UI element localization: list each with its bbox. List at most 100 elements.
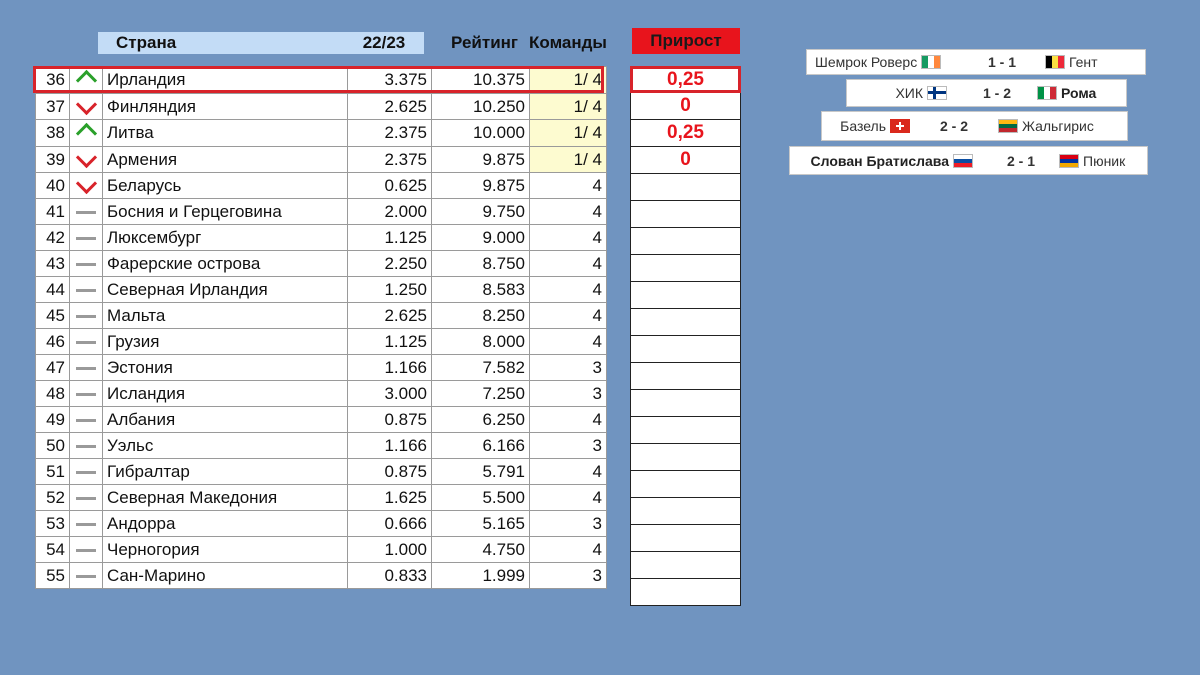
lithuania-flag-icon (998, 119, 1018, 133)
teams-count: 3 (529, 354, 607, 381)
season-points: 0.833 (347, 562, 432, 589)
country-name: Черногория (102, 536, 348, 563)
country-name: Армения (102, 146, 348, 173)
teams-count: 1/ 4 (529, 146, 607, 173)
rating-points: 10.375 (431, 66, 530, 94)
table-row: 45 Мальта 2.625 8.250 4 (35, 302, 607, 329)
arrow-down-icon (75, 172, 97, 194)
season-points: 2.000 (347, 198, 432, 225)
season-points: 0.666 (347, 510, 432, 537)
away-team: Жальгирис (1022, 118, 1094, 134)
arrow-up-icon (75, 122, 97, 145)
position: 43 (35, 250, 70, 277)
growth-cell: 0 (630, 147, 741, 174)
home-team: Базель (840, 118, 886, 134)
no-change-icon (76, 314, 96, 318)
growth-cell (630, 363, 741, 390)
match-score: 1 - 1 (987, 54, 1016, 70)
match-card: ХИК 1 - 2 Рома (846, 79, 1127, 107)
country-name: Беларусь (102, 172, 348, 199)
teams-count: 4 (529, 250, 607, 277)
no-change-icon (76, 522, 96, 526)
season-points: 1.125 (347, 224, 432, 251)
growth-cell (630, 417, 741, 444)
trend-cell (69, 380, 103, 407)
teams-count: 3 (529, 510, 607, 537)
position: 49 (35, 406, 70, 433)
no-change-icon (76, 496, 96, 500)
season-points: 0.875 (347, 406, 432, 433)
growth-cell (630, 525, 741, 552)
growth-cell (630, 336, 741, 363)
season-points: 0.875 (347, 458, 432, 485)
trend-cell (69, 146, 103, 173)
away-team: Рома (1061, 85, 1097, 101)
table-row: 41 Босния и Герцеговина 2.000 9.750 4 (35, 198, 607, 225)
arrow-up-icon (75, 69, 97, 92)
no-change-icon (76, 470, 96, 474)
rating-points: 8.750 (431, 250, 530, 277)
trend-cell (69, 484, 103, 511)
table-row: 48 Исландия 3.000 7.250 3 (35, 380, 607, 407)
position: 36 (35, 66, 70, 94)
header-teams: Команды (529, 33, 607, 52)
season-points: 3.375 (347, 66, 432, 94)
teams-count: 3 (529, 562, 607, 589)
table-row: 37 Финляндия 2.625 10.250 1/ 4 (35, 93, 607, 120)
growth-cell (630, 228, 741, 255)
table-row: 47 Эстония 1.166 7.582 3 (35, 354, 607, 381)
no-change-icon (76, 262, 96, 266)
position: 44 (35, 276, 70, 303)
position: 45 (35, 302, 70, 329)
no-change-icon (76, 366, 96, 370)
match-card: Базель 2 - 2 Жальгирис (821, 111, 1128, 141)
growth-cell: 0,25 (630, 120, 741, 147)
trend-cell (69, 302, 103, 329)
home-team: ХИК (895, 85, 923, 101)
country-name: Мальта (102, 302, 348, 329)
position: 50 (35, 432, 70, 459)
trend-cell (69, 562, 103, 589)
trend-cell (69, 198, 103, 225)
trend-cell (69, 328, 103, 355)
table-row: 55 Сан-Марино 0.833 1.999 3 (35, 562, 607, 589)
rating-points: 7.250 (431, 380, 530, 407)
growth-cell: 0 (630, 93, 741, 120)
growth-cell (630, 471, 741, 498)
position: 47 (35, 354, 70, 381)
position: 51 (35, 458, 70, 485)
season-points: 1.125 (347, 328, 432, 355)
no-change-icon (76, 340, 96, 344)
rating-points: 8.583 (431, 276, 530, 303)
trend-cell (69, 276, 103, 303)
growth-cell: 0,25 (630, 66, 741, 93)
position: 46 (35, 328, 70, 355)
no-change-icon (76, 444, 96, 448)
table-row: 53 Андорра 0.666 5.165 3 (35, 510, 607, 537)
country-name: Уэльс (102, 432, 348, 459)
season-points: 1.625 (347, 484, 432, 511)
country-name: Грузия (102, 328, 348, 355)
growth-cell (630, 255, 741, 282)
trend-cell (69, 172, 103, 199)
trend-cell (69, 224, 103, 251)
trend-cell (69, 66, 103, 94)
table-row: 42 Люксембург 1.125 9.000 4 (35, 224, 607, 251)
country-name: Албания (102, 406, 348, 433)
slovakia-flag-icon (953, 153, 973, 168)
table-row: 51 Гибралтар 0.875 5.791 4 (35, 458, 607, 485)
teams-count: 4 (529, 302, 607, 329)
growth-column: 0,25 0 0,25 0 (630, 66, 741, 606)
no-change-icon (76, 288, 96, 292)
table-row: 39 Армения 2.375 9.875 1/ 4 (35, 146, 607, 173)
table-row: 50 Уэльс 1.166 6.166 3 (35, 432, 607, 459)
position: 48 (35, 380, 70, 407)
teams-count: 3 (529, 432, 607, 459)
trend-cell (69, 406, 103, 433)
rating-points: 8.250 (431, 302, 530, 329)
country-name: Северная Ирландия (102, 276, 348, 303)
rating-points: 5.791 (431, 458, 530, 485)
season-points: 2.625 (347, 302, 432, 329)
country-name: Люксембург (102, 224, 348, 251)
rating-points: 6.166 (431, 432, 530, 459)
